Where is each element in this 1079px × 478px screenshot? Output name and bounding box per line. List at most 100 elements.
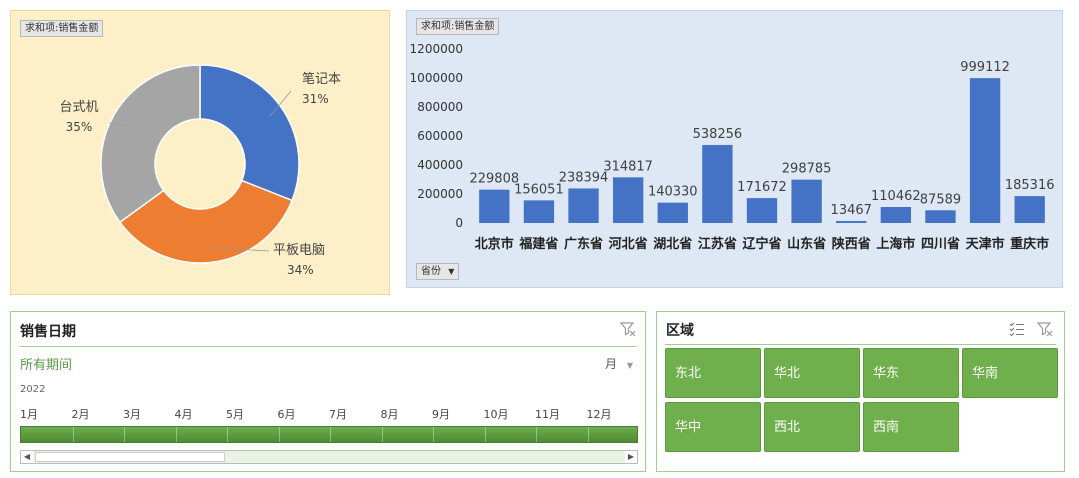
x-tick-label: 北京市 — [475, 236, 514, 252]
x-tick-label: 天津市 — [966, 236, 1005, 252]
month-divider — [536, 427, 537, 442]
slice-percent: 34% — [287, 263, 314, 277]
clear-filter-icon[interactable] — [619, 320, 637, 338]
multi-select-icon[interactable] — [1008, 320, 1026, 338]
bar[interactable] — [702, 144, 733, 223]
slice-percent: 31% — [302, 92, 329, 106]
axis-field-button[interactable]: 省份 ▼ — [416, 263, 460, 280]
x-tick-label: 重庆市 — [1010, 236, 1049, 252]
bar-chart-panel[interactable]: 求和项:销售金额 0 200000 400000 600000 800000 100000… — [406, 10, 1063, 288]
timeline-bar[interactable] — [20, 426, 638, 443]
bar[interactable] — [523, 200, 555, 223]
bar[interactable] — [479, 189, 510, 223]
month-label: 3月 — [123, 408, 141, 421]
dropdown-icon: ▼ — [448, 267, 455, 276]
region-item[interactable]: 华南 — [962, 348, 1058, 398]
clear-filter-icon[interactable] — [1036, 320, 1054, 338]
x-tick-label: 福建省 — [518, 236, 558, 252]
data-label: 87589 — [920, 192, 961, 207]
data-label: 999112 — [960, 60, 1010, 75]
slice-label: 笔记本 — [302, 71, 341, 87]
y-tick-label: 200000 — [417, 187, 463, 201]
bar[interactable] — [1014, 196, 1045, 223]
region-item[interactable]: 西北 — [764, 402, 860, 452]
month-divider — [587, 427, 589, 442]
x-tick-label: 河北省 — [609, 236, 648, 252]
y-tick-label: 1200000 — [410, 42, 463, 56]
data-label: 13467 — [831, 203, 872, 218]
bar[interactable] — [568, 188, 599, 223]
scroll-thumb[interactable] — [35, 452, 225, 462]
month-divider — [175, 427, 177, 442]
month-label: 11月 — [535, 408, 560, 421]
month-label: 2月 — [71, 408, 90, 421]
slice-label: 台式机 — [59, 100, 98, 115]
data-label: 171672 — [737, 180, 787, 195]
month-divider — [124, 427, 125, 442]
region-title: 区域 — [666, 323, 694, 339]
month-label: 9月 — [432, 408, 450, 421]
x-tick-label: 四川省 — [921, 236, 960, 252]
x-tick-label: 湖北省 — [653, 236, 692, 252]
month-label: 5月 — [226, 408, 244, 421]
x-tick-label: 江苏省 — [698, 236, 737, 252]
x-tick-label: 山东省 — [787, 236, 826, 252]
bar[interactable] — [880, 206, 912, 223]
month-divider — [278, 427, 280, 442]
scroll-right-icon[interactable]: ▶ — [625, 451, 637, 463]
axis-field-label: 省份 — [421, 266, 441, 277]
month-label: 10月 — [483, 408, 509, 421]
data-label: 538256 — [693, 127, 743, 142]
bar[interactable] — [657, 202, 688, 223]
donut-chart-panel[interactable]: 求和项:销售金额 笔记本 31% 平板电脑 34% 台式机 35% — [10, 10, 390, 295]
y-tick-label: 1000000 — [410, 71, 463, 85]
x-tick-label: 辽宁省 — [742, 236, 781, 252]
month-divider — [227, 427, 228, 442]
bar[interactable] — [969, 78, 1001, 224]
region-item[interactable]: 东北 — [665, 348, 761, 398]
data-label: 238394 — [559, 170, 609, 185]
donut-slice[interactable] — [100, 64, 201, 224]
donut-chart: 笔记本 31% 平板电脑 34% 台式机 35% — [59, 64, 341, 277]
title-divider — [20, 346, 636, 347]
region-item[interactable]: 华北 — [764, 348, 860, 398]
month-label: 4月 — [174, 408, 193, 421]
x-tick-label: 上海市 — [876, 236, 915, 252]
y-tick-label: 400000 — [417, 158, 463, 172]
month-label: 1月 — [20, 408, 38, 421]
bar[interactable] — [612, 177, 644, 223]
region-item[interactable]: 西南 — [863, 402, 959, 452]
timeline-slicer[interactable]: 销售日期 所有期间 月 ▼ 2022 1月 2月 3月 4月 5月 6月 7月 8月 9月 10月… — [10, 311, 646, 472]
month-divider — [381, 427, 383, 442]
time-level-dropdown[interactable]: 月 ▼ — [605, 355, 633, 372]
scroll-left-icon[interactable]: ◀ — [21, 451, 33, 463]
time-level-label: 月 — [605, 357, 618, 371]
bar[interactable] — [791, 179, 822, 223]
bar[interactable] — [836, 221, 867, 223]
donut-slice[interactable] — [199, 64, 300, 202]
title-divider — [665, 344, 1056, 345]
month-divider — [72, 427, 74, 442]
month-label: 6月 — [277, 408, 296, 421]
y-tick-label: 600000 — [417, 129, 463, 143]
data-label: 156051 — [514, 182, 564, 197]
month-divider — [433, 427, 434, 442]
y-tick-label: 800000 — [417, 100, 463, 114]
data-label: 298785 — [782, 162, 832, 177]
period-label: 所有期间 — [20, 358, 73, 373]
y-tick-label: 0 — [455, 216, 463, 230]
data-label: 140330 — [648, 185, 698, 200]
month-divider — [484, 427, 486, 442]
region-item[interactable]: 华东 — [863, 348, 959, 398]
timeline-title: 销售日期 — [20, 324, 76, 340]
bar[interactable] — [746, 198, 778, 223]
timeline-scrollbar[interactable]: ◀ ▶ — [20, 450, 638, 464]
month-divider — [330, 427, 331, 442]
region-slicer[interactable]: 区域 东北 华北 华东 华南华中 西北 西南 — [656, 311, 1065, 472]
x-tick-label: 陕西省 — [832, 236, 871, 252]
bar[interactable] — [925, 210, 956, 223]
bar-chart: 0 200000 400000 600000 800000 1000000 1200000 2… — [410, 42, 1055, 252]
region-item[interactable]: 华中 — [665, 402, 761, 452]
month-label: 7月 — [329, 408, 347, 421]
slice-label: 平板电脑 — [273, 243, 325, 258]
